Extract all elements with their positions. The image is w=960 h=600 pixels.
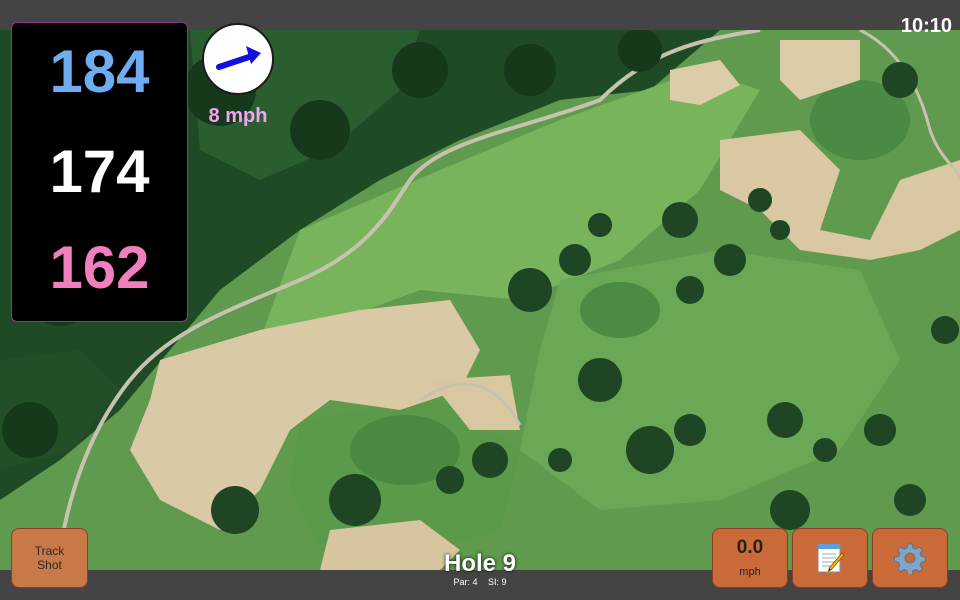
gear-icon <box>894 543 926 574</box>
notepad-icon <box>817 544 845 573</box>
status-clock: 10:10 <box>900 15 952 37</box>
hole-stroke-index: SI: 9 <box>488 577 507 587</box>
wind-arrow-icon <box>216 46 261 70</box>
hole-title: Hole 9 <box>443 550 517 577</box>
track-shot-button[interactable]: Track Shot <box>11 528 88 588</box>
back-yardage: 184 <box>49 38 150 105</box>
front-yardage: 162 <box>49 234 150 301</box>
speed-value: 0.0 <box>736 537 764 558</box>
yardage-panel: 184 174 162 <box>11 22 188 322</box>
speed-unit: mph <box>739 566 761 578</box>
speed-button[interactable]: 0.0 mph <box>712 528 788 588</box>
wind-direction-dial <box>202 23 274 95</box>
wind-speed-label: 8 mph <box>208 105 268 127</box>
hole-meta: Par: 4 SI: 9 <box>380 577 580 588</box>
settings-button[interactable] <box>872 528 948 588</box>
middle-yardage: 174 <box>49 138 150 205</box>
hole-par: Par: 4 <box>453 577 478 587</box>
track-shot-label-line1: Track <box>34 544 65 558</box>
track-shot-label-line2: Shot <box>37 558 62 572</box>
notes-button[interactable] <box>792 528 868 588</box>
